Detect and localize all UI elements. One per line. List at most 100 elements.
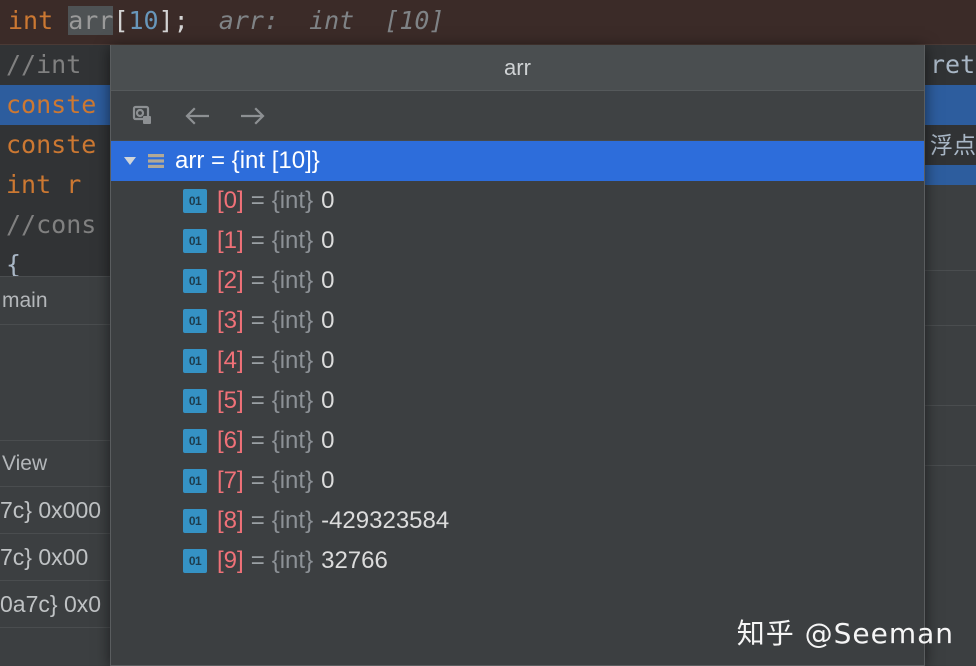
value-label: 0 xyxy=(321,347,335,374)
memory-hex-row-2[interactable]: 0a7c} 0x0 xyxy=(0,580,110,627)
value-type-label: {int} xyxy=(271,347,314,374)
value-label: 0 xyxy=(321,187,335,214)
tree-row[interactable]: 01 [3] = {int} 0 xyxy=(111,301,924,341)
tree-row[interactable]: 01 [9] = {int} 32766 xyxy=(111,541,924,581)
code-inlay-hint: arr: int [10] xyxy=(218,6,445,35)
tree-row[interactable]: 01 [4] = {int} 0 xyxy=(111,341,924,381)
int-value-icon: 01 xyxy=(183,389,207,413)
memory-hex-row-1[interactable]: 7c} 0x00 xyxy=(0,533,110,580)
memory-hex-text: 7c} 0x00 xyxy=(0,544,89,570)
code-line-text: conste xyxy=(6,90,97,119)
array-index-label: [1] xyxy=(217,227,244,254)
tree-row[interactable]: 01 [1] = {int} 0 xyxy=(111,221,924,261)
value-type-label: {int} xyxy=(271,187,314,214)
error-line-code: int arr[10]; arr: int [10] xyxy=(8,6,445,35)
code-line-2[interactable]: conste xyxy=(0,125,110,165)
right-panel-1[interactable] xyxy=(925,270,976,325)
tree-row-root[interactable]: arr = {int [10]} xyxy=(111,141,924,181)
code-line-text: //int xyxy=(6,50,82,79)
memory-view-header[interactable]: View xyxy=(0,440,110,486)
tree-root-label: arr = {int [10]} xyxy=(175,147,320,174)
int-value-icon: 01 xyxy=(183,229,207,253)
array-index-label: [5] xyxy=(217,387,244,414)
code-line-text: 浮点数 xyxy=(930,133,976,159)
value-label: 0 xyxy=(321,427,335,454)
int-value-icon: 01 xyxy=(183,269,207,293)
value-label: 0 xyxy=(321,387,335,414)
popup-title: arr xyxy=(111,45,924,91)
array-index-label: [6] xyxy=(217,427,244,454)
value-label: 0 xyxy=(321,267,335,294)
variables-tree: arr = {int [10]} 01 [0] = {int} 0 01 [1]… xyxy=(111,141,924,581)
tree-row[interactable]: 01 [0] = {int} 0 xyxy=(111,181,924,221)
memory-hex-text: 0a7c} 0x0 xyxy=(0,591,102,617)
int-value-icon: 01 xyxy=(183,509,207,533)
value-label: 0 xyxy=(321,467,335,494)
debug-frame-label: main xyxy=(2,289,48,312)
code-array-size: 10 xyxy=(128,6,159,35)
right-panel-2[interactable] xyxy=(925,325,976,405)
equals-sign: = xyxy=(250,347,265,374)
equals-sign: = xyxy=(250,427,265,454)
value-type-label: {int} xyxy=(271,467,314,494)
tree-row[interactable]: 01 [7] = {int} 0 xyxy=(111,461,924,501)
code-line-3[interactable]: int r xyxy=(0,165,110,205)
code-line-text: //cons xyxy=(6,210,97,239)
int-value-icon: 01 xyxy=(183,429,207,453)
value-type-label: {int} xyxy=(271,387,314,414)
editor-error-line[interactable]: int arr[10]; arr: int [10] xyxy=(0,0,976,45)
equals-sign: = xyxy=(250,227,265,254)
code-line-text: { xyxy=(6,250,22,279)
code-line-right-2[interactable]: 浮点数 xyxy=(925,125,976,165)
ide-screenshot: int arr[10]; arr: int [10] //int conste … xyxy=(0,0,976,666)
code-line-text: conste xyxy=(6,130,97,159)
int-value-icon: 01 xyxy=(183,349,207,373)
code-line-1[interactable]: conste xyxy=(0,85,110,125)
equals-sign: = xyxy=(250,507,265,534)
tree-row[interactable]: 01 [8] = {int} -429323584 xyxy=(111,501,924,541)
code-line-right-0[interactable]: ret xyxy=(925,45,976,85)
array-index-label: [7] xyxy=(217,467,244,494)
array-index-label: [3] xyxy=(217,307,244,334)
memory-view-footer xyxy=(0,627,110,666)
tree-row[interactable]: 01 [2] = {int} 0 xyxy=(111,261,924,301)
array-index-label: [0] xyxy=(217,187,244,214)
debug-frame-tab[interactable]: main xyxy=(0,276,110,324)
arrow-left-icon[interactable] xyxy=(179,97,217,135)
tree-row[interactable]: 01 [5] = {int} 0 xyxy=(111,381,924,421)
code-line-right-1[interactable] xyxy=(925,85,976,125)
value-type-label: {int} xyxy=(271,547,314,574)
value-label: 0 xyxy=(321,227,335,254)
chevron-down-icon[interactable] xyxy=(117,141,143,181)
equals-sign: = xyxy=(250,267,265,294)
memory-hex-row-0[interactable]: 7c} 0x000 xyxy=(0,486,110,533)
code-line-0[interactable]: //int xyxy=(0,45,110,85)
value-type-label: {int} xyxy=(271,507,314,534)
int-value-icon: 01 xyxy=(183,309,207,333)
int-value-icon: 01 xyxy=(183,549,207,573)
int-value-icon: 01 xyxy=(183,469,207,493)
code-line-4[interactable]: //cons xyxy=(0,205,110,245)
equals-sign: = xyxy=(250,467,265,494)
value-type-label: {int} xyxy=(271,227,314,254)
code-bracket-close: ]; xyxy=(158,6,189,35)
popup-toolbar xyxy=(111,91,924,141)
equals-sign: = xyxy=(250,547,265,574)
code-line-text: ret xyxy=(930,50,976,79)
equals-sign: = xyxy=(250,387,265,414)
array-icon xyxy=(143,141,169,181)
right-panel-0 xyxy=(925,185,976,270)
code-bracket-open: [ xyxy=(113,6,129,35)
evaluate-expression-icon[interactable] xyxy=(125,97,163,135)
value-label: -429323584 xyxy=(321,507,450,534)
variable-inspect-popup: arr arr = {int [10]} 01 [0] = {int} 0 01… xyxy=(110,45,925,666)
tree-row[interactable]: 01 [6] = {int} 0 xyxy=(111,421,924,461)
arrow-right-icon[interactable] xyxy=(233,97,271,135)
equals-sign: = xyxy=(250,307,265,334)
value-label: 0 xyxy=(321,307,335,334)
equals-sign: = xyxy=(250,187,265,214)
watermark: 知乎 @Seeman xyxy=(736,617,954,650)
code-identifier-arr: arr xyxy=(68,6,114,35)
debug-variables-panel[interactable] xyxy=(0,324,110,440)
right-panel-3[interactable] xyxy=(925,405,976,465)
